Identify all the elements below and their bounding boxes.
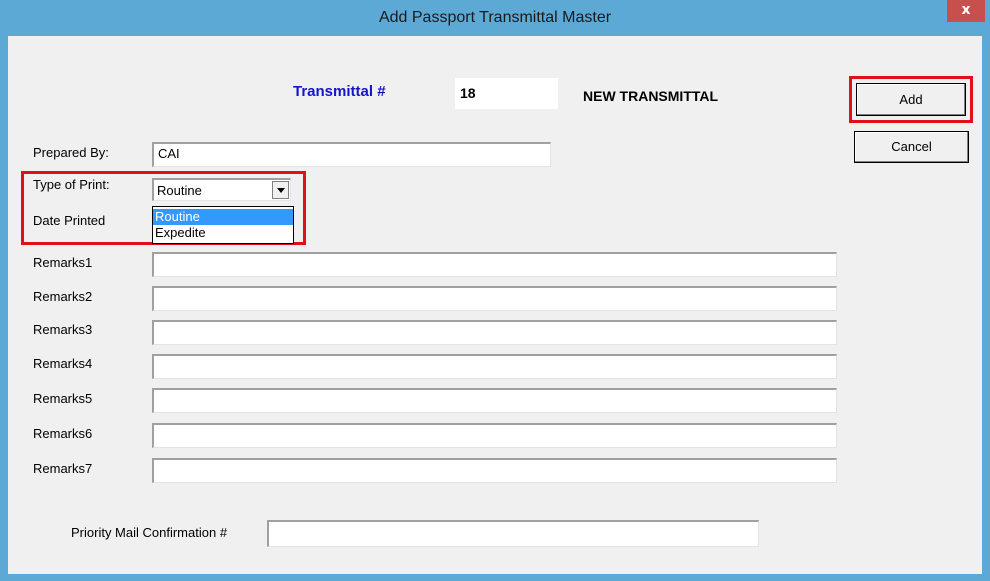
dialog-body: Transmittal # 18 NEW TRANSMITTAL Add Can… bbox=[8, 36, 982, 574]
remarks7-input[interactable] bbox=[152, 458, 837, 483]
add-button[interactable]: Add bbox=[856, 83, 966, 116]
prepared-by-label: Prepared By: bbox=[33, 145, 109, 160]
chevron-down-icon[interactable] bbox=[272, 181, 289, 199]
type-of-print-value: Routine bbox=[157, 183, 202, 198]
remarks5-input[interactable] bbox=[152, 388, 837, 413]
remarks7-label: Remarks7 bbox=[33, 461, 93, 476]
window-title: Add Passport Transmittal Master bbox=[378, 9, 612, 26]
option-routine[interactable]: Routine bbox=[153, 209, 293, 225]
remarks1-input[interactable] bbox=[152, 252, 837, 277]
status-text: NEW TRANSMITTAL bbox=[583, 88, 719, 104]
date-printed-label: Date Printed bbox=[33, 213, 106, 228]
remarks4-label: Remarks4 bbox=[33, 356, 93, 371]
title-bar[interactable]: Add Passport Transmittal Master x bbox=[0, 0, 990, 36]
type-of-print-select[interactable]: Routine bbox=[152, 178, 291, 201]
type-of-print-label: Type of Print: bbox=[33, 177, 110, 192]
remarks4-input[interactable] bbox=[152, 354, 837, 379]
remarks2-input[interactable] bbox=[152, 286, 837, 311]
option-expedite[interactable]: Expedite bbox=[153, 225, 293, 241]
close-button[interactable]: x bbox=[947, 0, 985, 22]
remarks1-label: Remarks1 bbox=[33, 255, 93, 270]
remarks3-input[interactable] bbox=[152, 320, 837, 345]
remarks3-label: Remarks3 bbox=[33, 322, 93, 337]
dialog-window: Add Passport Transmittal Master x Transm… bbox=[0, 0, 990, 581]
transmittal-number: 18 bbox=[455, 78, 558, 109]
remarks5-label: Remarks5 bbox=[33, 391, 93, 406]
priority-mail-input[interactable] bbox=[267, 520, 759, 547]
transmittal-label: Transmittal # bbox=[293, 83, 386, 100]
priority-mail-label: Priority Mail Confirmation # bbox=[71, 525, 228, 540]
cancel-button[interactable]: Cancel bbox=[854, 131, 969, 163]
prepared-by-input[interactable]: CAI bbox=[152, 142, 551, 167]
remarks2-label: Remarks2 bbox=[33, 289, 93, 304]
remarks6-label: Remarks6 bbox=[33, 426, 93, 441]
remarks6-input[interactable] bbox=[152, 423, 837, 448]
type-of-print-dropdown: Routine Expedite bbox=[152, 206, 294, 244]
